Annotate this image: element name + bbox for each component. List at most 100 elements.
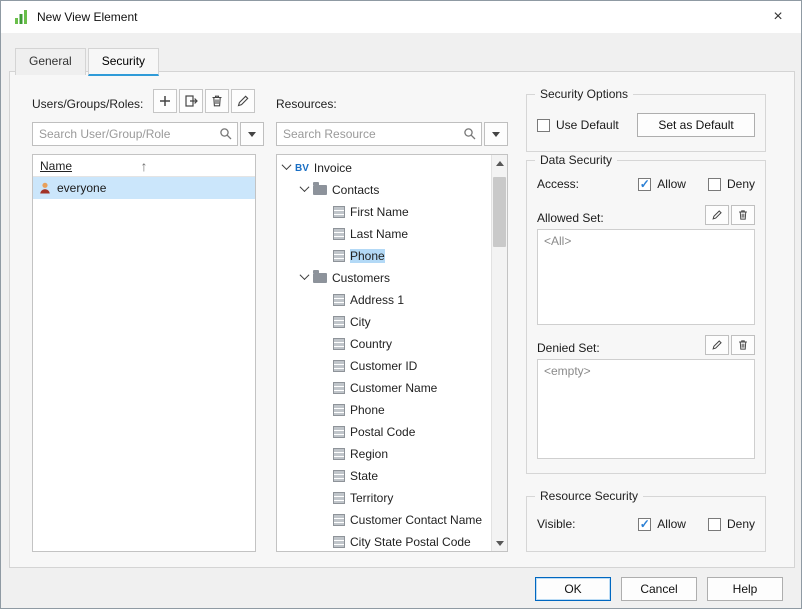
tree-item-label[interactable]: Last Name: [350, 227, 408, 241]
tree-expand-chevron-icon[interactable]: [319, 229, 328, 236]
tree-item[interactable]: Country: [277, 333, 491, 355]
tree-expand-chevron-icon[interactable]: [282, 160, 292, 170]
checkbox-icon[interactable]: [638, 518, 651, 531]
list-item-everyone[interactable]: everyone: [33, 177, 255, 199]
close-icon[interactable]: ×: [767, 6, 789, 28]
users-list-header[interactable]: Name ↑: [33, 155, 255, 177]
import-user-button[interactable]: [179, 89, 203, 113]
resource-search-dropdown-button[interactable]: [484, 122, 508, 146]
tree-item[interactable]: Phone: [277, 399, 491, 421]
tree-scrollbar[interactable]: [491, 155, 507, 551]
tree-item-label[interactable]: Phone: [350, 249, 385, 263]
tree-expand-chevron-icon[interactable]: [319, 515, 328, 522]
tree-expand-chevron-icon[interactable]: [319, 207, 328, 214]
access-allow-checkbox[interactable]: Allow: [638, 177, 686, 191]
add-user-button[interactable]: [153, 89, 177, 113]
tree-expand-chevron-icon[interactable]: [319, 405, 328, 412]
visible-allow-checkbox[interactable]: Allow: [638, 517, 686, 531]
checkbox-icon[interactable]: [638, 178, 651, 191]
tree-item-label[interactable]: Customer Name: [350, 381, 437, 395]
tree-item[interactable]: Contacts: [277, 179, 491, 201]
tree-item[interactable]: Customer ID: [277, 355, 491, 377]
tree-expand-chevron-icon[interactable]: [300, 270, 310, 280]
pencil-icon: [711, 209, 723, 221]
tree-item-label[interactable]: City State Postal Code: [350, 535, 471, 549]
scroll-down-button[interactable]: [492, 535, 507, 551]
tree-expand-chevron-icon[interactable]: [319, 537, 328, 544]
tree-item[interactable]: Postal Code: [277, 421, 491, 443]
edit-denied-set-button[interactable]: [705, 335, 729, 355]
tree-item-label[interactable]: Region: [350, 447, 388, 461]
edit-allowed-set-button[interactable]: [705, 205, 729, 225]
tree-item[interactable]: Customers: [277, 267, 491, 289]
tree-item-label[interactable]: Territory: [350, 491, 393, 505]
field-icon: [333, 338, 345, 350]
access-deny-checkbox[interactable]: Deny: [708, 177, 755, 191]
tree-item-label[interactable]: Phone: [350, 403, 385, 417]
tree-item-label[interactable]: Contacts: [332, 183, 379, 197]
user-search-dropdown-button[interactable]: [240, 122, 264, 146]
tree-item[interactable]: Phone: [277, 245, 491, 267]
cancel-button[interactable]: Cancel: [621, 577, 697, 601]
tree-item[interactable]: Region: [277, 443, 491, 465]
clear-allowed-set-button[interactable]: [731, 205, 755, 225]
tree-item-label[interactable]: Country: [350, 337, 392, 351]
deny-label: Deny: [727, 517, 755, 531]
tree-expand-chevron-icon[interactable]: [319, 427, 328, 434]
tree-expand-chevron-icon[interactable]: [319, 493, 328, 500]
checkbox-icon[interactable]: [708, 178, 721, 191]
edit-user-button[interactable]: [231, 89, 255, 113]
tree-item-label[interactable]: Invoice: [314, 161, 352, 175]
tree-item[interactable]: BV Invoice: [277, 157, 491, 179]
tree-item-label[interactable]: State: [350, 469, 378, 483]
tree-expand-chevron-icon[interactable]: [319, 251, 328, 258]
set-as-default-button[interactable]: Set as Default: [637, 113, 755, 137]
tree-item-label[interactable]: Address 1: [350, 293, 404, 307]
visible-deny-checkbox[interactable]: Deny: [708, 517, 755, 531]
tree-expand-chevron-icon[interactable]: [319, 383, 328, 390]
tree-item-label[interactable]: Postal Code: [350, 425, 415, 439]
tree-item-label[interactable]: Customers: [332, 271, 390, 285]
tree-item-label[interactable]: City: [350, 315, 371, 329]
checkbox-icon[interactable]: [537, 119, 550, 132]
tab-security[interactable]: Security: [88, 48, 159, 76]
tree-expand-chevron-icon[interactable]: [319, 317, 328, 324]
tree-expand-chevron-icon[interactable]: [319, 295, 328, 302]
checkbox-icon[interactable]: [708, 518, 721, 531]
field-icon: [333, 426, 345, 438]
use-default-checkbox[interactable]: Use Default: [537, 118, 619, 132]
tree-item-label[interactable]: Customer Contact Name: [350, 513, 482, 527]
tree-item-label[interactable]: First Name: [350, 205, 409, 219]
tree-item[interactable]: Customer Name: [277, 377, 491, 399]
tree-expand-chevron-icon[interactable]: [319, 361, 328, 368]
tree-item[interactable]: Last Name: [277, 223, 491, 245]
resource-search-input[interactable]: [283, 127, 463, 141]
field-icon: [333, 470, 345, 482]
ok-button[interactable]: OK: [535, 577, 611, 601]
tree-item[interactable]: Customer Contact Name: [277, 509, 491, 531]
tree-expand-chevron-icon[interactable]: [319, 339, 328, 346]
delete-user-button[interactable]: [205, 89, 229, 113]
user-search-input[interactable]: [39, 127, 219, 141]
tree-item[interactable]: City: [277, 311, 491, 333]
tree-item[interactable]: First Name: [277, 201, 491, 223]
scrollbar-thumb[interactable]: [493, 177, 506, 247]
tree-item-label[interactable]: Customer ID: [350, 359, 417, 373]
tree-item[interactable]: Address 1: [277, 289, 491, 311]
tree-expand-chevron-icon[interactable]: [319, 471, 328, 478]
tree-item[interactable]: City State Postal Code: [277, 531, 491, 551]
deny-label: Deny: [727, 177, 755, 191]
scroll-up-button[interactable]: [492, 155, 507, 171]
tree-expand-chevron-icon[interactable]: [300, 182, 310, 192]
tab-general[interactable]: General: [15, 48, 86, 75]
tree-item[interactable]: State: [277, 465, 491, 487]
allowed-set-box[interactable]: <All>: [537, 229, 755, 325]
tree-expand-chevron-icon[interactable]: [319, 449, 328, 456]
denied-set-box[interactable]: <empty>: [537, 359, 755, 459]
help-button[interactable]: Help: [707, 577, 783, 601]
name-column-header[interactable]: Name: [40, 159, 72, 173]
visible-label: Visible:: [537, 517, 575, 531]
clear-denied-set-button[interactable]: [731, 335, 755, 355]
access-label: Access:: [537, 177, 579, 191]
tree-item[interactable]: Territory: [277, 487, 491, 509]
